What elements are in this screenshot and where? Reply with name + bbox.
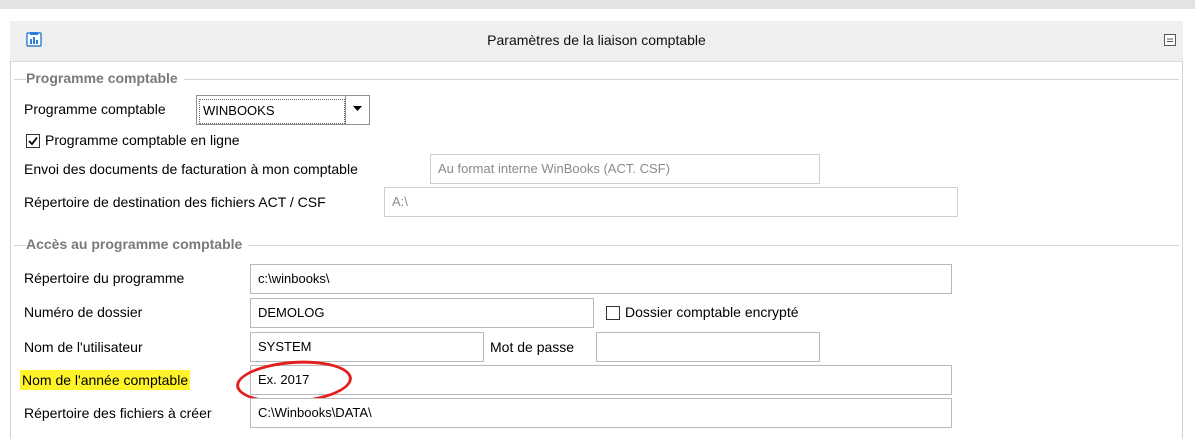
dossier-encrypte-checkbox[interactable] (606, 306, 620, 320)
programme-comptable-label: Programme comptable (24, 101, 166, 117)
mot-de-passe-field[interactable] (596, 332, 820, 362)
nom-annee-comptable-highlight: Nom de l'année comptable (20, 370, 191, 390)
dropdown-arrow-icon[interactable] (345, 96, 369, 124)
dialog-title: Paramètres de la liaison comptable (487, 32, 706, 48)
programme-en-ligne-checkbox[interactable] (26, 134, 40, 148)
group-divider-programme (14, 79, 1179, 80)
window-top-strip (0, 0, 1195, 9)
checkmark-icon (28, 136, 38, 146)
group-heading-acces: Accès au programme comptable (26, 236, 249, 252)
repertoire-destination-label: Répertoire de destination des fichiers A… (24, 194, 326, 210)
dialog-frame-left (10, 61, 11, 439)
repertoire-programme-label: Répertoire du programme (24, 270, 185, 286)
nom-annee-comptable-label: Nom de l'année comptable (20, 370, 191, 390)
envoi-documents-field[interactable]: Au format interne WinBooks (ACT. CSF) (430, 154, 820, 184)
dossier-encrypte-label: Dossier comptable encrypté (625, 304, 799, 320)
numero-dossier-field[interactable]: DEMOLOG (250, 298, 594, 328)
dialog-frame-right (1182, 61, 1183, 439)
programme-comptable-value: WINBOOKS (199, 99, 345, 124)
envoi-documents-label: Envoi des documents de facturation à mon… (24, 161, 358, 177)
programme-en-ligne-label: Programme comptable en ligne (45, 132, 240, 148)
repertoire-fichiers-label: Répertoire des fichiers à créer (24, 405, 212, 421)
nom-annee-comptable-field[interactable]: Ex. 2017 (250, 365, 952, 395)
nom-utilisateur-label: Nom de l'utilisateur (24, 339, 143, 355)
repertoire-programme-field[interactable]: c:\winbooks\ (250, 264, 952, 294)
repertoire-destination-field[interactable]: A:\ (384, 187, 958, 217)
programme-comptable-select[interactable]: WINBOOKS (196, 95, 370, 125)
repertoire-fichiers-field[interactable]: C:\Winbooks\DATA\ (250, 398, 952, 428)
dialog-titlebar: Paramètres de la liaison comptable (10, 21, 1183, 62)
group-heading-programme: Programme comptable (26, 70, 184, 86)
restore-window-icon[interactable] (1163, 33, 1177, 47)
mot-de-passe-label: Mot de passe (490, 339, 575, 355)
numero-dossier-label: Numéro de dossier (24, 304, 143, 320)
nom-utilisateur-field[interactable]: SYSTEM (250, 332, 484, 362)
